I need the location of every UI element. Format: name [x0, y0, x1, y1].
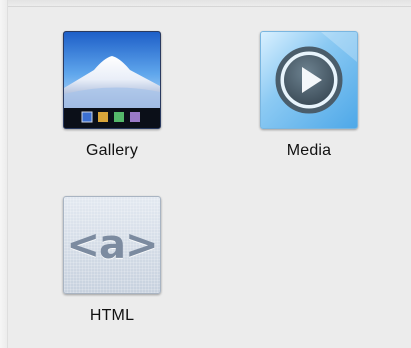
html-icon: <a>: [63, 196, 161, 294]
html-icon-glyph: <a>: [66, 222, 158, 268]
media-icon: [260, 31, 358, 129]
gallery-swatch-3: [114, 112, 124, 122]
gallery-swatch-4: [130, 112, 140, 122]
window-top-edge: [0, 0, 411, 7]
gallery-swatch-1: [81, 111, 93, 123]
gallery-icon: [63, 31, 161, 129]
template-media[interactable]: Media: [259, 31, 359, 160]
media-label: Media: [286, 142, 332, 159]
pane-left-edge: [0, 0, 8, 348]
template-gallery[interactable]: Gallery: [62, 31, 162, 160]
gallery-label: Gallery: [85, 142, 139, 159]
gallery-swatch-2: [98, 112, 108, 122]
template-html[interactable]: <a> HTML: [62, 196, 162, 325]
html-label: HTML: [89, 307, 135, 324]
